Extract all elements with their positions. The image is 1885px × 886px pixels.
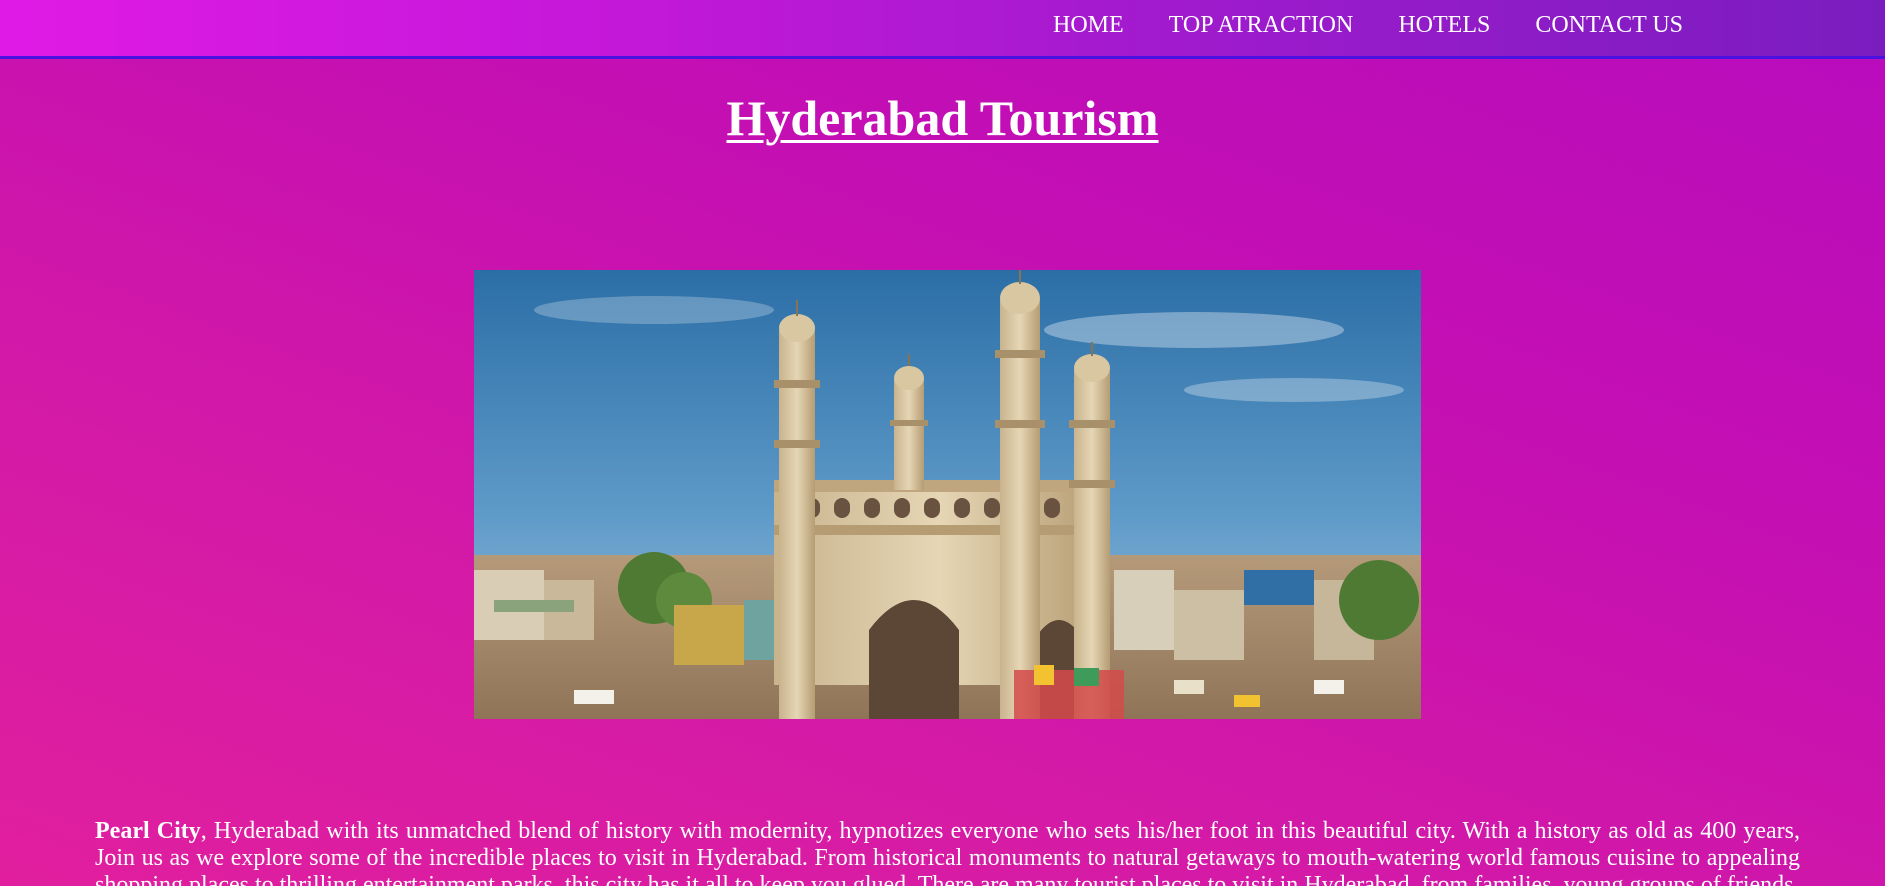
nav-top-attraction-link[interactable]: TOP ATRACTION [1169, 12, 1354, 39]
top-navbar: HOME TOP ATRACTION HOTELS CONTACT US [0, 0, 1885, 59]
nav-hotels-link[interactable]: HOTELS [1398, 12, 1490, 39]
intro-text: , Hyderabad with its unmatched blend of … [95, 818, 1800, 886]
page-title: Hyderabad Tourism [726, 90, 1159, 146]
pearl-city-label: Pearl City [95, 818, 201, 844]
nav-home-link[interactable]: HOME [1053, 12, 1124, 39]
intro-paragraph: Pearl City, Hyderabad with its unmatched… [95, 818, 1800, 886]
nav-menu: HOME TOP ATRACTION HOTELS CONTACT US [1053, 0, 1683, 50]
nav-contact-us-link[interactable]: CONTACT US [1535, 12, 1683, 39]
charminar-photo [474, 270, 1421, 719]
